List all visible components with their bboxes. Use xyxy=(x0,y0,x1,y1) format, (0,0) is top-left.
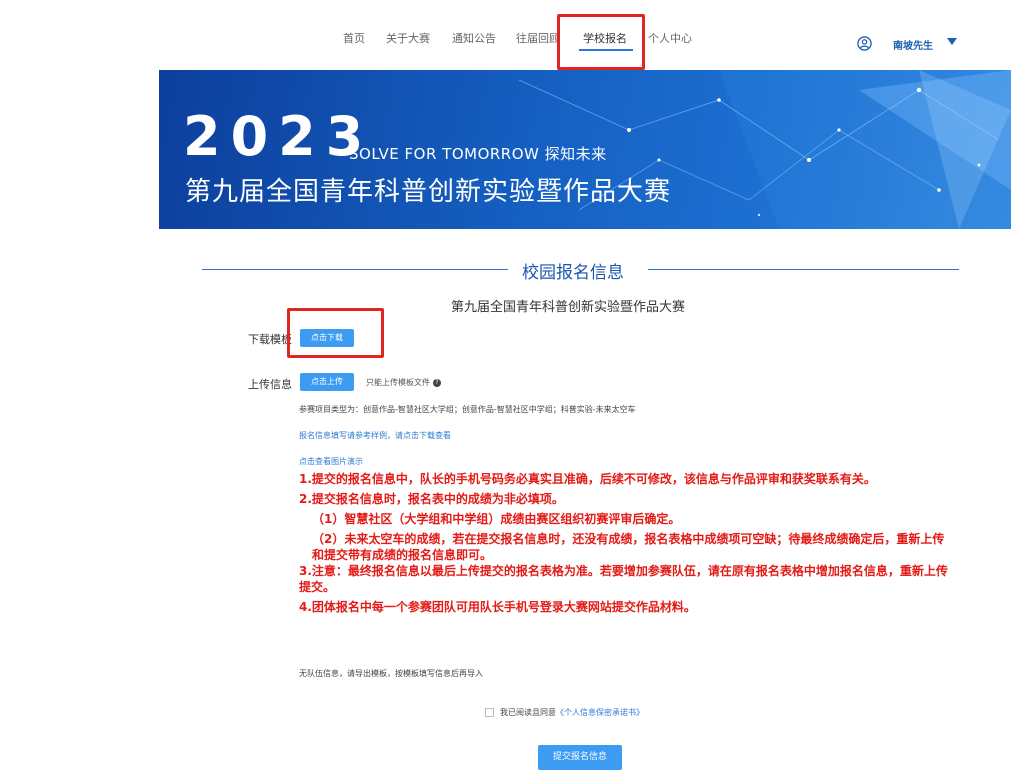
project-types-text: 参赛项目类型为：创意作品-智慧社区大学组；创意作品-智慧社区中学组；科普实验-未… xyxy=(299,405,636,414)
no-team-message: 无队伍信息，请导出模板，按模板填写信息后再导入 xyxy=(299,669,483,678)
download-template-label: 下载模板 xyxy=(248,333,292,346)
user-name[interactable]: 南坡先生 xyxy=(893,37,933,52)
nav-item-about[interactable]: 关于大赛 xyxy=(386,30,430,46)
sample-download-link[interactable]: 报名信息填写请参考样例，请点击下载查看 xyxy=(299,430,451,441)
agreement-row: 我已阅读且同意《个人信息保密承诺书》 xyxy=(485,707,644,718)
upload-info-label: 上传信息 xyxy=(248,378,292,391)
banner-slogan: SOLVE FOR TOMORROW 探知未来 xyxy=(349,145,607,163)
contest-banner: 2023 SOLVE FOR TOMORROW 探知未来 第九届全国青年科普创新… xyxy=(159,70,1011,229)
nav-item-notices[interactable]: 通知公告 xyxy=(452,30,496,46)
notice-item: 3.注意：最终报名信息以最后上传提交的报名表格为准。若要增加参赛队伍，请在原有报… xyxy=(299,564,948,594)
caret-down-icon[interactable] xyxy=(947,38,957,45)
nav-item-personal-center[interactable]: 个人中心 xyxy=(648,30,692,46)
image-demo-link[interactable]: 点击查看图片演示 xyxy=(299,456,363,467)
notice-item: 2.提交报名信息时，报名表中的成绩为非必填项。 xyxy=(299,492,564,506)
notice-item: 4.团体报名中每一个参赛团队可用队长手机号登录大赛网站提交作品材料。 xyxy=(299,600,696,614)
registration-notices: 1.提交的报名信息中，队长的手机号码务必真实且准确，后续不可修改，该信息与作品评… xyxy=(299,471,949,615)
notice-item: （1）智慧社区（大学组和中学组）成绩由赛区组织初赛评审后确定。 xyxy=(312,512,681,526)
highlight-box-nav xyxy=(557,14,645,70)
nav-item-review[interactable]: 往届回顾 xyxy=(516,30,560,46)
section-divider-left xyxy=(202,269,508,270)
help-icon[interactable]: ? xyxy=(433,378,441,387)
upload-hint-text: 只能上传模板文件 xyxy=(366,378,430,387)
contest-name: 第九届全国青年科普创新实验暨作品大赛 xyxy=(451,300,686,315)
agreement-checkbox[interactable] xyxy=(485,708,494,717)
submit-registration-button[interactable]: 提交报名信息 xyxy=(538,745,622,770)
agreement-text: 我已阅读且同意 xyxy=(500,708,556,717)
notice-item: 1.提交的报名信息中，队长的手机号码务必真实且准确，后续不可修改，该信息与作品评… xyxy=(299,472,876,486)
privacy-promise-link[interactable]: 《个人信息保密承诺书》 xyxy=(556,708,644,717)
banner-year: 2023 xyxy=(183,105,374,168)
upload-hint: 只能上传模板文件? xyxy=(366,377,441,388)
user-circle-icon[interactable] xyxy=(857,36,872,51)
nav-item-home[interactable]: 首页 xyxy=(343,30,365,46)
section-title: 校园报名信息 xyxy=(522,263,624,283)
highlight-box-download xyxy=(287,308,384,358)
notice-item: （2）未来太空车的成绩，若在提交报名信息时，还没有成绩，报名表格中成绩项可空缺；… xyxy=(312,532,945,562)
upload-button[interactable]: 点击上传 xyxy=(300,373,354,391)
banner-title: 第九届全国青年科普创新实验暨作品大赛 xyxy=(185,177,672,207)
section-divider-right xyxy=(648,269,959,270)
top-navigation: 首页 关于大赛 通知公告 往届回顾 学校报名 个人中心 南坡先生 xyxy=(0,0,1011,70)
